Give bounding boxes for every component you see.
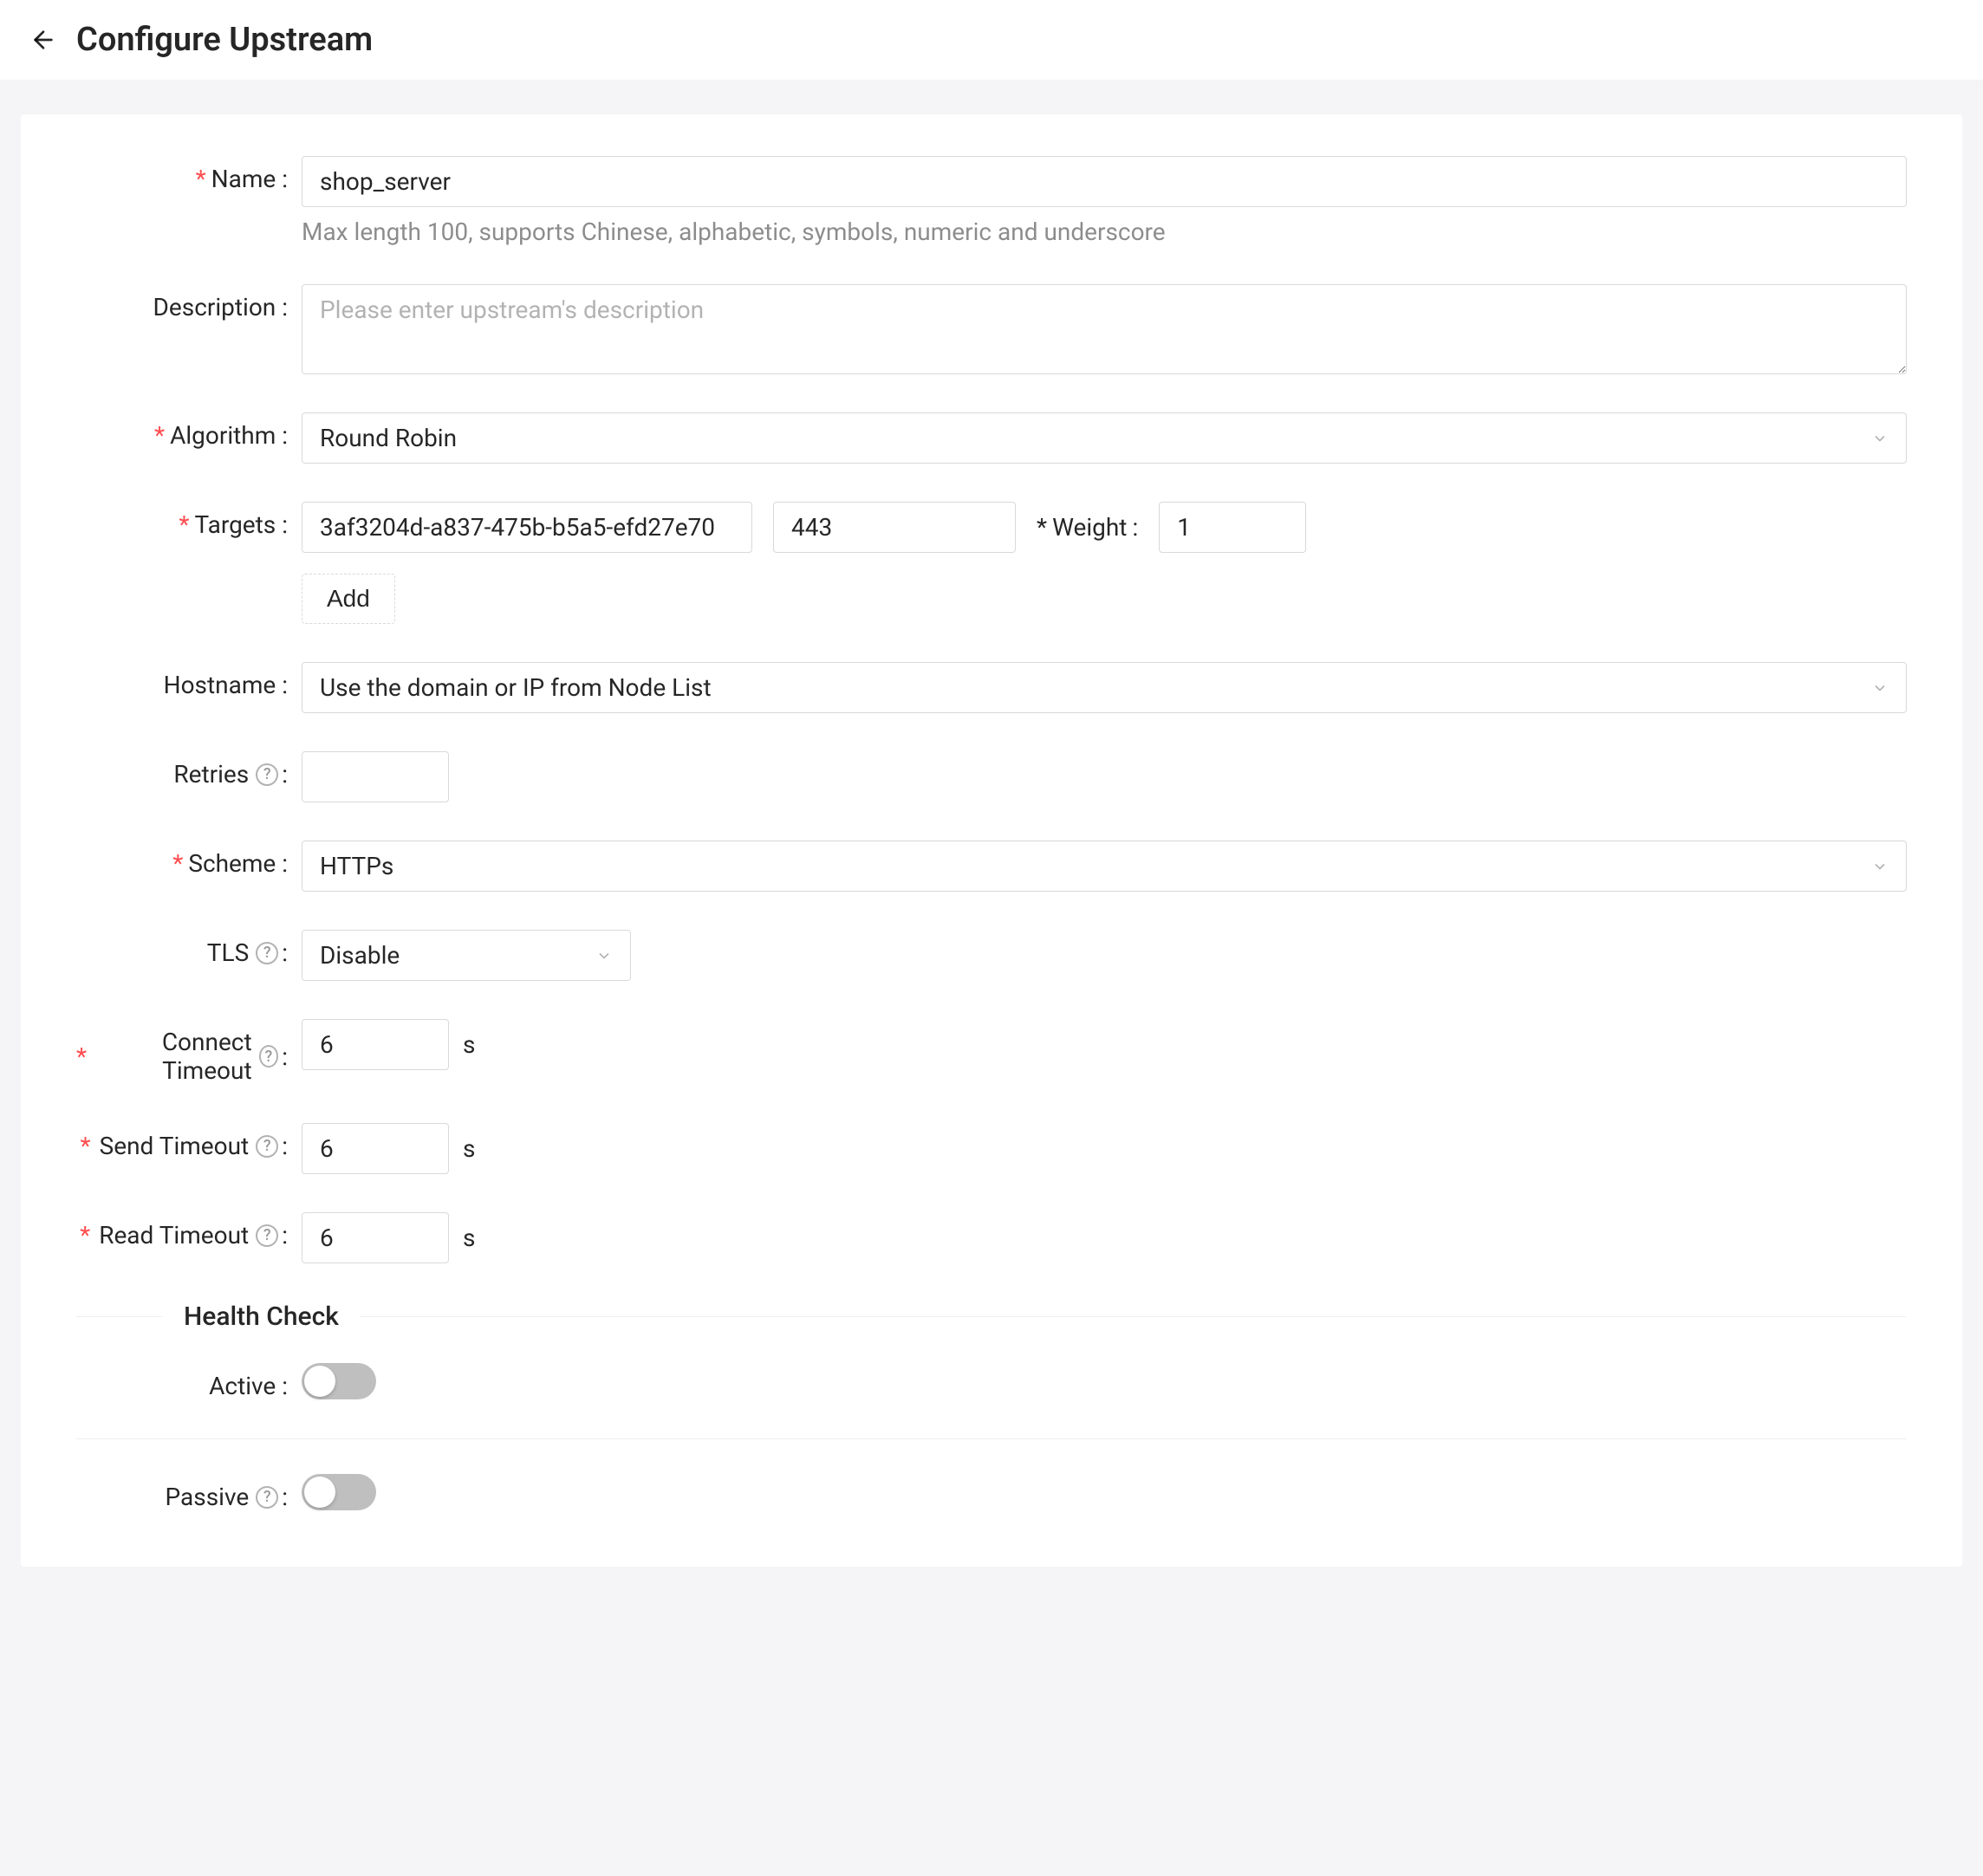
hostname-select[interactable]: Use the domain or IP from Node List	[302, 662, 1907, 713]
hostname-label: Hostname :	[76, 662, 302, 699]
unit-label: s	[463, 1134, 475, 1163]
retries-label: Retries? :	[76, 751, 302, 789]
page-header: Configure Upstream	[0, 0, 1983, 80]
help-icon[interactable]: ?	[256, 1224, 278, 1247]
active-toggle[interactable]	[302, 1363, 376, 1399]
weight-label: *Weight :	[1037, 513, 1138, 542]
tls-select[interactable]: Disable	[302, 930, 631, 981]
retries-input[interactable]	[302, 751, 449, 802]
chevron-down-icon	[1871, 430, 1889, 447]
help-icon[interactable]: ?	[256, 763, 278, 786]
divider	[76, 1438, 1907, 1439]
read-timeout-input[interactable]	[302, 1212, 449, 1263]
arrow-left-icon	[29, 26, 57, 54]
back-button[interactable]	[28, 24, 59, 55]
passive-toggle[interactable]	[302, 1474, 376, 1510]
passive-label: Passive? :	[76, 1474, 302, 1511]
chevron-down-icon	[1871, 858, 1889, 875]
targets-label: *Targets :	[76, 502, 302, 539]
connect-timeout-input[interactable]	[302, 1019, 449, 1070]
target-port-input[interactable]	[773, 502, 1016, 553]
target-host-input[interactable]	[302, 502, 752, 553]
chevron-down-icon	[595, 947, 613, 964]
chevron-down-icon	[1871, 679, 1889, 697]
send-timeout-input[interactable]	[302, 1123, 449, 1174]
scheme-label: *Scheme :	[76, 841, 302, 878]
form-card: *Name : Max length 100, supports Chinese…	[21, 114, 1962, 1567]
read-timeout-label: *Read Timeout? :	[76, 1212, 302, 1250]
help-icon[interactable]: ?	[256, 1486, 278, 1509]
connect-timeout-label: *Connect Timeout? :	[76, 1019, 302, 1085]
send-timeout-label: *Send Timeout? :	[76, 1123, 302, 1160]
unit-label: s	[463, 1030, 475, 1059]
help-icon[interactable]: ?	[256, 942, 278, 964]
health-check-divider: Health Check	[76, 1302, 1907, 1332]
active-label: Active :	[76, 1363, 302, 1400]
tls-label: TLS? :	[76, 930, 302, 967]
description-textarea[interactable]	[302, 284, 1907, 374]
target-weight-input[interactable]	[1159, 502, 1306, 553]
unit-label: s	[463, 1224, 475, 1252]
page-title: Configure Upstream	[76, 21, 373, 59]
health-check-title: Health Check	[184, 1302, 339, 1332]
algorithm-label: *Algorithm :	[76, 412, 302, 450]
add-target-button[interactable]: Add	[302, 574, 395, 624]
name-hint: Max length 100, supports Chinese, alphab…	[302, 217, 1907, 246]
scheme-select[interactable]: HTTPs	[302, 841, 1907, 892]
name-input[interactable]	[302, 156, 1907, 207]
algorithm-select[interactable]: Round Robin	[302, 412, 1907, 464]
help-icon[interactable]: ?	[259, 1045, 279, 1068]
help-icon[interactable]: ?	[256, 1135, 278, 1158]
description-label: Description :	[76, 284, 302, 321]
name-label: *Name :	[76, 156, 302, 193]
